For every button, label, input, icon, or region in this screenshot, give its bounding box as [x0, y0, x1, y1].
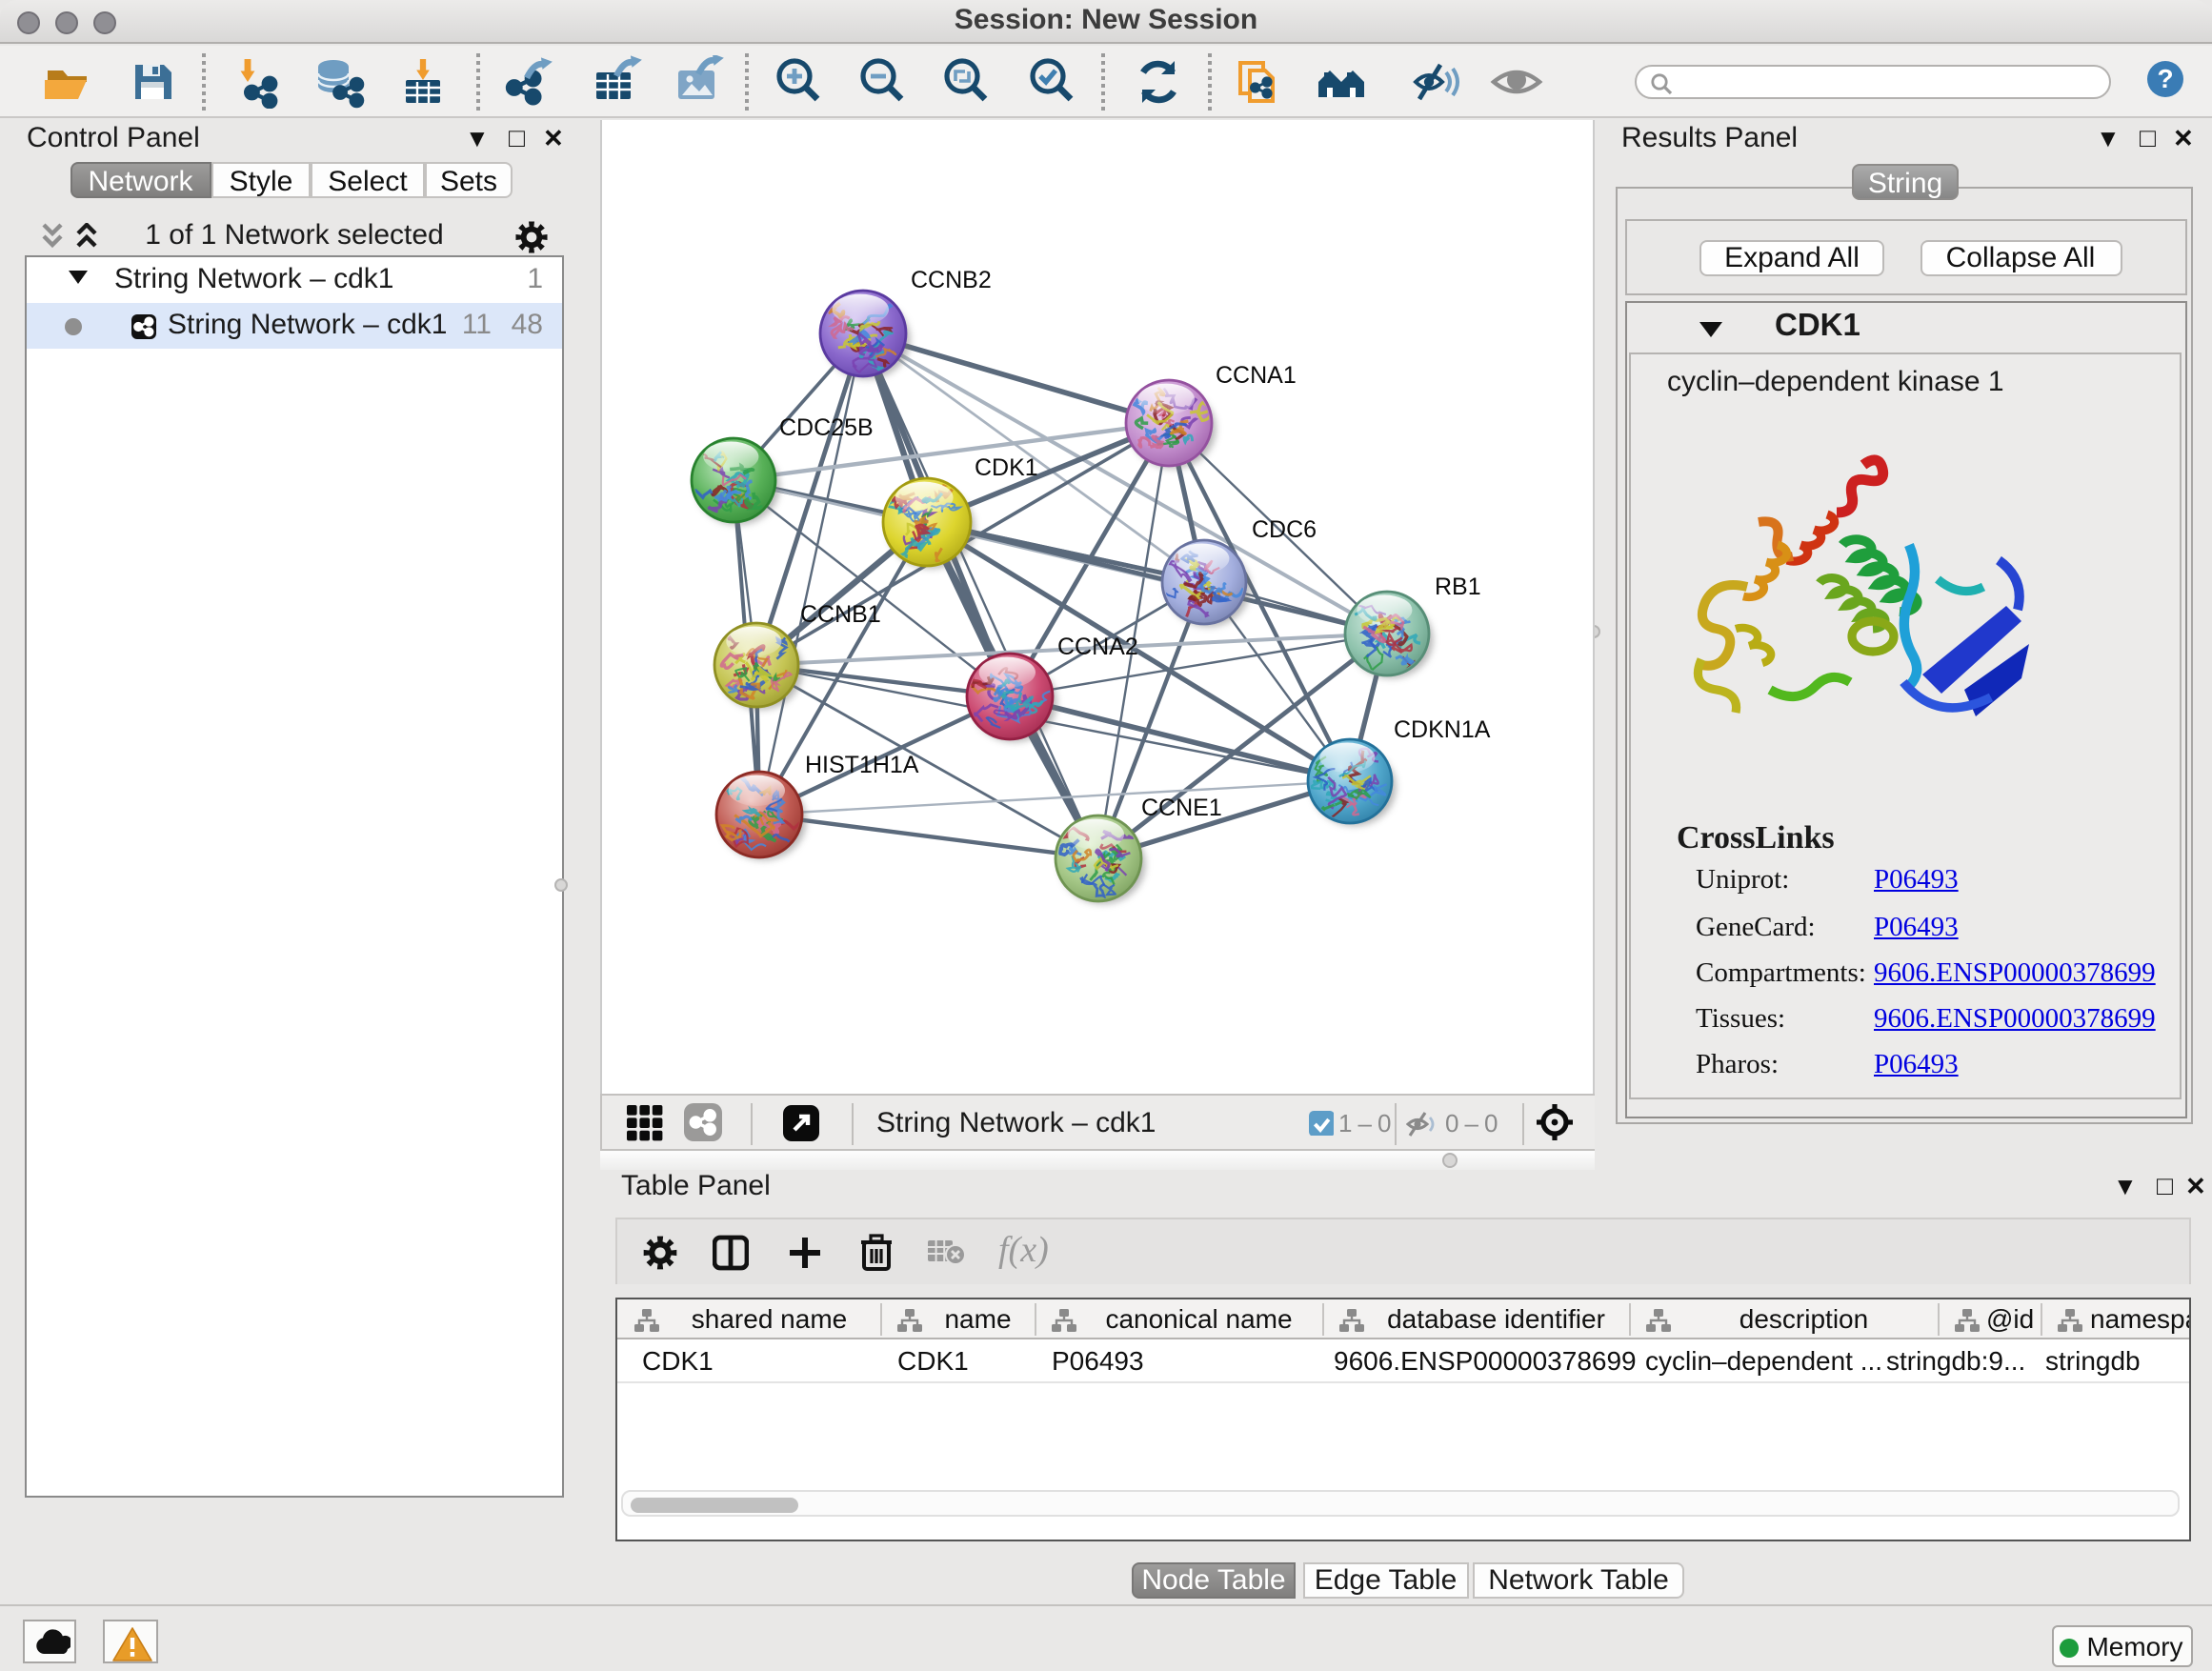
svg-text:RB1: RB1	[1434, 573, 1480, 599]
svg-text:CCNB1: CCNB1	[799, 600, 880, 627]
svg-text:CDC25B: CDC25B	[778, 413, 873, 440]
svg-text:CCNA1: CCNA1	[1215, 361, 1296, 388]
svg-text:HIST1H1A: HIST1H1A	[804, 751, 918, 777]
svg-text:CCNA2: CCNA2	[1056, 633, 1137, 659]
svg-text:CDKN1A: CDKN1A	[1393, 715, 1490, 742]
svg-text:CCNE1: CCNE1	[1140, 794, 1221, 820]
svg-text:CCNB2: CCNB2	[910, 266, 991, 292]
svg-text:CDK1: CDK1	[974, 453, 1037, 480]
svg-text:CDC6: CDC6	[1251, 515, 1316, 542]
